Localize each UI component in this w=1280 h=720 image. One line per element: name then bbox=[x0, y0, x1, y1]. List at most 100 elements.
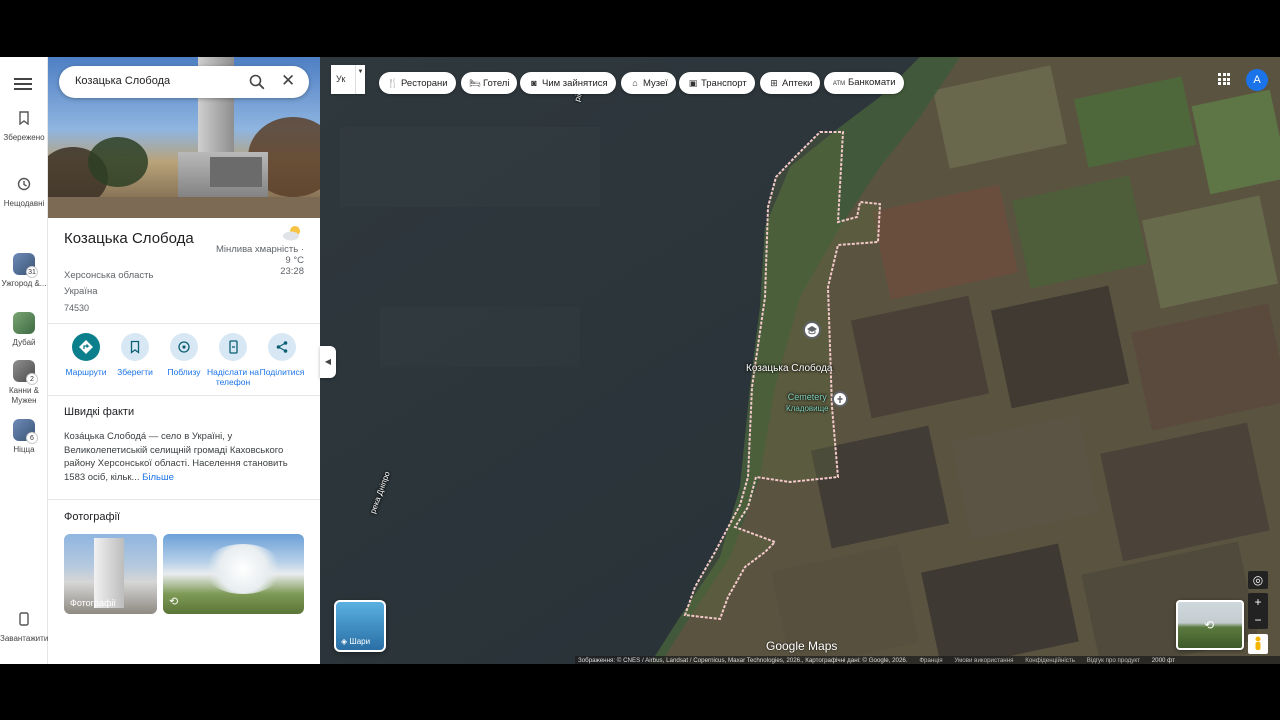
cemetery-pin-icon[interactable] bbox=[832, 391, 848, 407]
place-panel: Козацька Слобода ✕ Козацька Слобода Херс… bbox=[48, 57, 320, 664]
count-badge: 31 bbox=[26, 266, 38, 278]
rail-item-cannes[interactable]: 2 Канни & Мужен bbox=[0, 360, 48, 406]
chip-label: Музеї bbox=[643, 78, 668, 89]
rail-download[interactable]: Завантажити... bbox=[0, 612, 55, 644]
weather-temp: 9 °C bbox=[285, 255, 304, 266]
chip-label: Транспорт bbox=[701, 78, 747, 89]
menu-icon[interactable] bbox=[14, 75, 32, 93]
apps-grid-icon[interactable] bbox=[1218, 73, 1230, 85]
close-icon[interactable]: ✕ bbox=[281, 71, 295, 91]
history-icon bbox=[0, 177, 48, 195]
school-pin-icon[interactable] bbox=[803, 321, 821, 339]
chip-label: Банкомати bbox=[848, 77, 896, 88]
my-location-button[interactable]: ◎ bbox=[1248, 571, 1268, 589]
cemetery-label[interactable]: Cemetery Кладовище bbox=[786, 392, 829, 414]
share-button[interactable]: Поділитися bbox=[255, 333, 309, 377]
photos-heading: Фотографії bbox=[64, 511, 121, 523]
send-to-phone-icon bbox=[219, 333, 247, 361]
account-avatar[interactable]: A bbox=[1246, 69, 1268, 91]
rail-item-label: Канни & Мужен bbox=[9, 386, 39, 405]
chip-label: Чим зайнятися bbox=[542, 78, 608, 89]
search-input[interactable]: Козацька Слобода bbox=[75, 75, 170, 87]
bookmark-icon bbox=[121, 333, 149, 361]
place-thumbnail: 2 bbox=[13, 360, 38, 385]
country-link[interactable]: Франція bbox=[919, 657, 942, 664]
weather-condition: Мінлива хмарність · bbox=[215, 244, 304, 255]
facts-heading: Швидкі факти bbox=[64, 406, 135, 418]
chevron-down-icon[interactable]: ▼ bbox=[355, 65, 365, 94]
place-thumbnail bbox=[13, 312, 35, 334]
send-to-phone-button[interactable]: Надіслати на телефон bbox=[206, 333, 260, 387]
more-link[interactable]: Більше bbox=[142, 472, 174, 483]
pegman-icon[interactable] bbox=[1248, 634, 1268, 654]
plus-icon: + bbox=[1254, 595, 1262, 609]
nearby-icon bbox=[170, 333, 198, 361]
nearby-button[interactable]: Поблизу bbox=[157, 333, 211, 377]
collapse-panel-button[interactable]: ◀ bbox=[320, 346, 336, 378]
feedback-link[interactable]: Відгук про продукт bbox=[1087, 657, 1140, 664]
chip-label: Ресторани bbox=[401, 78, 448, 89]
left-rail: Збережено Нещодавні 31 Ужгород &... Дуба… bbox=[0, 57, 55, 664]
photo-tile-label: Фотографії bbox=[70, 598, 116, 608]
attribution-bar: Зображення: © CNES / Airbus, Landsat / C… bbox=[575, 656, 1280, 664]
facts-body: Коза́цька Слобода́ — село в Україні, у В… bbox=[64, 431, 288, 483]
chevron-left-icon: ◀ bbox=[324, 357, 332, 366]
chip-transport[interactable]: ▣ Транспорт bbox=[679, 72, 755, 94]
360-view-icon: ⟲ bbox=[169, 596, 179, 608]
nearby-label: Поблизу bbox=[167, 367, 201, 377]
maps-window: Збережено Нещодавні 31 Ужгород &... Дуба… bbox=[0, 57, 1280, 664]
rail-download-label: Завантажити... bbox=[0, 634, 55, 643]
satellite-map[interactable]: Козацька Слобода Cemetery Кладовище река… bbox=[320, 57, 1280, 664]
street-view-thumbnail[interactable]: ⟲ bbox=[1176, 600, 1244, 650]
count-badge: 2 bbox=[26, 373, 38, 385]
rail-saved[interactable]: Збережено bbox=[0, 111, 48, 143]
layers-label: ◈ Шари bbox=[341, 637, 370, 646]
photo-tile-360[interactable]: ⟲ bbox=[163, 534, 304, 614]
chip-hotels[interactable]: 🛏 Готелі bbox=[461, 72, 518, 94]
share-label: Поділитися bbox=[259, 367, 305, 377]
rail-recent[interactable]: Нещодавні bbox=[0, 177, 48, 209]
chip-atms[interactable]: ATM Банкомати bbox=[824, 72, 904, 94]
google-maps-logo: Google Maps bbox=[766, 639, 838, 653]
chip-museums[interactable]: ⌂ Музеї bbox=[621, 72, 676, 94]
rail-item-nice[interactable]: 6 Ніцца bbox=[0, 419, 48, 455]
rail-item-label: Ніцца bbox=[13, 445, 35, 454]
map-canvas[interactable] bbox=[320, 57, 1280, 664]
chip-things-to-do[interactable]: ◙ Чим зайнятися bbox=[520, 72, 616, 94]
directions-button[interactable]: Маршрути bbox=[59, 333, 113, 377]
village-label[interactable]: Козацька Слобода bbox=[746, 363, 833, 374]
save-button[interactable]: Зберегти bbox=[108, 333, 162, 377]
hotel-icon: 🛏 bbox=[469, 78, 481, 88]
village-name: Козацька Слобода bbox=[746, 363, 833, 374]
weather-widget: Мінлива хмарність · 9 °C 23:28 bbox=[208, 225, 304, 277]
my-location-icon: ◎ bbox=[1252, 573, 1264, 587]
chip-label: Аптеки bbox=[782, 78, 813, 89]
rail-item-dubai[interactable]: Дубай bbox=[0, 312, 48, 348]
rail-item-label: Дубай bbox=[12, 338, 36, 347]
layers-button[interactable]: ◈ Шари bbox=[334, 600, 386, 652]
search-box[interactable]: Козацька Слобода ✕ bbox=[59, 66, 309, 98]
zoom-in-button[interactable]: + bbox=[1248, 593, 1268, 611]
bus-icon: ▣ bbox=[688, 78, 698, 88]
chip-pharmacies[interactable]: ⊞ Аптеки bbox=[760, 72, 821, 94]
terms-link[interactable]: Умови використання bbox=[954, 657, 1013, 664]
camera-icon: ◙ bbox=[531, 78, 537, 88]
zoom-out-button[interactable]: − bbox=[1248, 611, 1268, 629]
search-icon[interactable] bbox=[247, 72, 267, 92]
rail-item-uzhhorod[interactable]: 31 Ужгород &... bbox=[0, 253, 48, 289]
photo-tile-main[interactable]: Фотографії bbox=[64, 534, 157, 614]
save-label: Зберегти bbox=[117, 367, 153, 377]
pharmacy-icon: ⊞ bbox=[770, 78, 778, 88]
partly-cloudy-icon bbox=[282, 225, 304, 241]
atm-icon: ATM bbox=[832, 81, 846, 87]
share-icon bbox=[268, 333, 296, 361]
weather-time: 23:28 bbox=[280, 266, 304, 277]
museum-icon: ⌂ bbox=[632, 78, 638, 88]
language-select[interactable]: Ук ▼ bbox=[331, 65, 365, 94]
place-country: Україна bbox=[64, 286, 98, 297]
privacy-link[interactable]: Конфіденційність bbox=[1025, 657, 1075, 664]
place-postcode: 74530 bbox=[64, 303, 90, 313]
chip-restaurants[interactable]: 🍴 Ресторани bbox=[379, 72, 456, 94]
place-thumbnail: 6 bbox=[13, 419, 38, 444]
directions-label: Маршрути bbox=[65, 367, 107, 377]
